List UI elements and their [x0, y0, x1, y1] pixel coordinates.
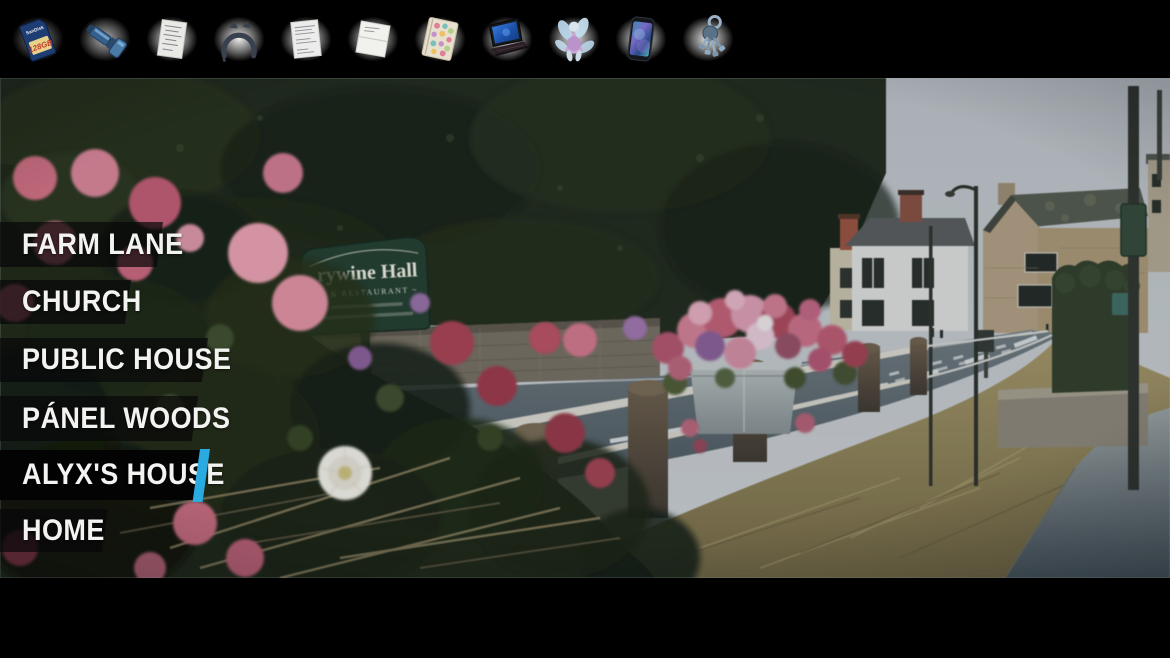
- menu-item-label: CHURCH: [22, 285, 142, 319]
- inventory-item-laptop[interactable]: [473, 0, 540, 78]
- inventory-item-sd-card[interactable]: SanDisk 128GB: [4, 0, 71, 78]
- inventory-item-fairy-doll[interactable]: [540, 0, 607, 78]
- headband-icon: [212, 12, 266, 66]
- folded-letter-icon: [346, 12, 400, 66]
- inventory-item-keys[interactable]: [674, 0, 741, 78]
- inventory-item-headband[interactable]: [205, 0, 272, 78]
- menu-item-farm-lane[interactable]: FARM LANE: [0, 222, 163, 267]
- keys-icon: [681, 11, 735, 67]
- menu-item-label: PUBLIC HOUSE: [22, 343, 231, 377]
- menu-item-alyxs-house-selected[interactable]: ALYX'S HOUSE: [0, 450, 202, 500]
- flashlight-icon: [78, 12, 132, 66]
- floral-diary-icon: [413, 12, 467, 66]
- menu-item-panel-woods[interactable]: PÁNEL WOODS: [0, 396, 198, 441]
- menu-item-label: FARM LANE: [22, 228, 184, 262]
- letterbox-bottom: [0, 578, 1170, 658]
- inventory-item-typed-note[interactable]: [272, 0, 339, 78]
- inventory-item-folded-letter[interactable]: [339, 0, 406, 78]
- smartphone-icon: [614, 11, 668, 67]
- sd-card-icon: SanDisk 128GB: [11, 12, 65, 66]
- inventory-item-receipt-note[interactable]: [138, 0, 205, 78]
- laptop-icon: [479, 12, 535, 66]
- menu-item-label: PÁNEL WOODS: [22, 402, 230, 436]
- menu-item-public-house[interactable]: PUBLIC HOUSE: [0, 338, 208, 382]
- game-screen: SanDisk 128GB: [0, 0, 1170, 658]
- inventory-item-floral-diary[interactable]: [406, 0, 473, 78]
- inventory-item-smartphone[interactable]: [607, 0, 674, 78]
- fairy-doll-icon: [547, 11, 601, 67]
- menu-item-home[interactable]: HOME: [0, 509, 108, 552]
- typed-note-icon: [279, 12, 333, 66]
- menu-item-label: HOME: [22, 514, 105, 548]
- inventory-item-flashlight[interactable]: [71, 0, 138, 78]
- inventory-bar: SanDisk 128GB: [0, 0, 1170, 78]
- receipt-note-icon: [145, 12, 199, 66]
- menu-item-church[interactable]: CHURCH: [0, 280, 131, 324]
- vignette-overlay: [0, 78, 1170, 578]
- scene-frame: rywine Hall EL & RESTAURANT ~: [0, 78, 1170, 578]
